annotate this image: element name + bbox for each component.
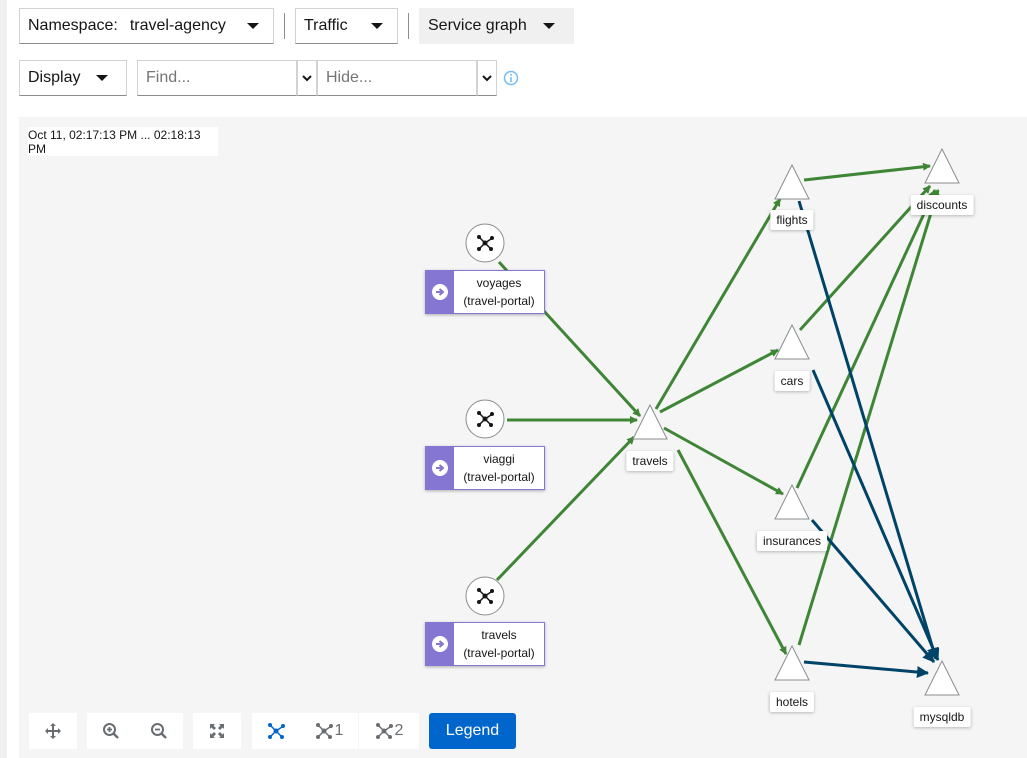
zoom-in-button[interactable] [87, 713, 135, 749]
service-node-cars [774, 323, 810, 360]
edge-hotels-mysqldb [803, 660, 929, 679]
layout-default-button[interactable] [252, 713, 300, 749]
arrow-right-circle-icon [426, 447, 454, 489]
arrow-right-circle-icon [426, 623, 454, 665]
layout-2-button[interactable]: 2 [359, 713, 419, 749]
service-label-mysqldb[interactable]: mysqldb [913, 707, 971, 727]
topology-icon [315, 723, 333, 739]
edge-cars-mysqldb [811, 369, 940, 661]
edge-travels-flights [654, 198, 782, 410]
edge-flights-discounts [803, 162, 931, 182]
move-icon [45, 723, 61, 739]
fit-to-screen-button[interactable] [193, 713, 241, 749]
edge-travels-hotels [676, 449, 788, 655]
edge-hotels-discounts [797, 189, 940, 646]
legend-button[interactable]: Legend [429, 713, 516, 749]
workload-name: viaggi [483, 452, 515, 466]
service-label-travels[interactable]: travels [626, 451, 674, 471]
service-label-insurances[interactable]: insurances [756, 531, 828, 551]
workload-app: (travel-portal) [463, 294, 535, 308]
layout-1-button[interactable]: 1 [300, 713, 358, 749]
arrow-right-circle-icon [426, 271, 454, 313]
zoom-out-button[interactable] [135, 713, 183, 749]
topology-icon [268, 723, 285, 739]
workload-node-voyages [465, 223, 505, 263]
service-node-discounts [924, 147, 960, 184]
expand-icon [210, 724, 224, 738]
workload-box-voyages[interactable]: voyages (travel-portal) [425, 270, 545, 314]
workload-node-travels-portal [465, 576, 505, 616]
workload-name: travels [481, 628, 517, 642]
pan-button[interactable] [29, 713, 77, 749]
edge-travels-insurances [663, 426, 784, 496]
workload-box-viaggi[interactable]: viaggi (travel-portal) [425, 446, 545, 490]
workload-app: (travel-portal) [463, 646, 535, 660]
edge-flights-mysqldb [797, 200, 939, 660]
service-label-flights[interactable]: flights [770, 210, 814, 230]
zoom-out-icon [151, 723, 167, 739]
service-node-mysqldb [924, 659, 960, 696]
service-label-discounts[interactable]: discounts [910, 195, 974, 215]
service-label-hotels[interactable]: hotels [769, 692, 815, 712]
workload-name: voyages [476, 276, 522, 290]
service-node-flights [774, 163, 810, 200]
workload-app: (travel-portal) [463, 470, 535, 484]
topology-icon [375, 723, 393, 739]
layout-2-label: 2 [394, 722, 404, 739]
layout-1-label: 1 [334, 722, 344, 739]
workload-box-travels-portal[interactable]: travels (travel-portal) [425, 622, 545, 666]
edge-travels-cars [659, 348, 779, 414]
workload-node-viaggi [465, 399, 505, 439]
service-node-hotels [774, 644, 810, 681]
service-label-cars[interactable]: cars [774, 371, 810, 391]
edge-insurances-discounts [795, 189, 937, 489]
service-node-insurances [774, 483, 810, 520]
zoom-in-icon [103, 723, 119, 739]
